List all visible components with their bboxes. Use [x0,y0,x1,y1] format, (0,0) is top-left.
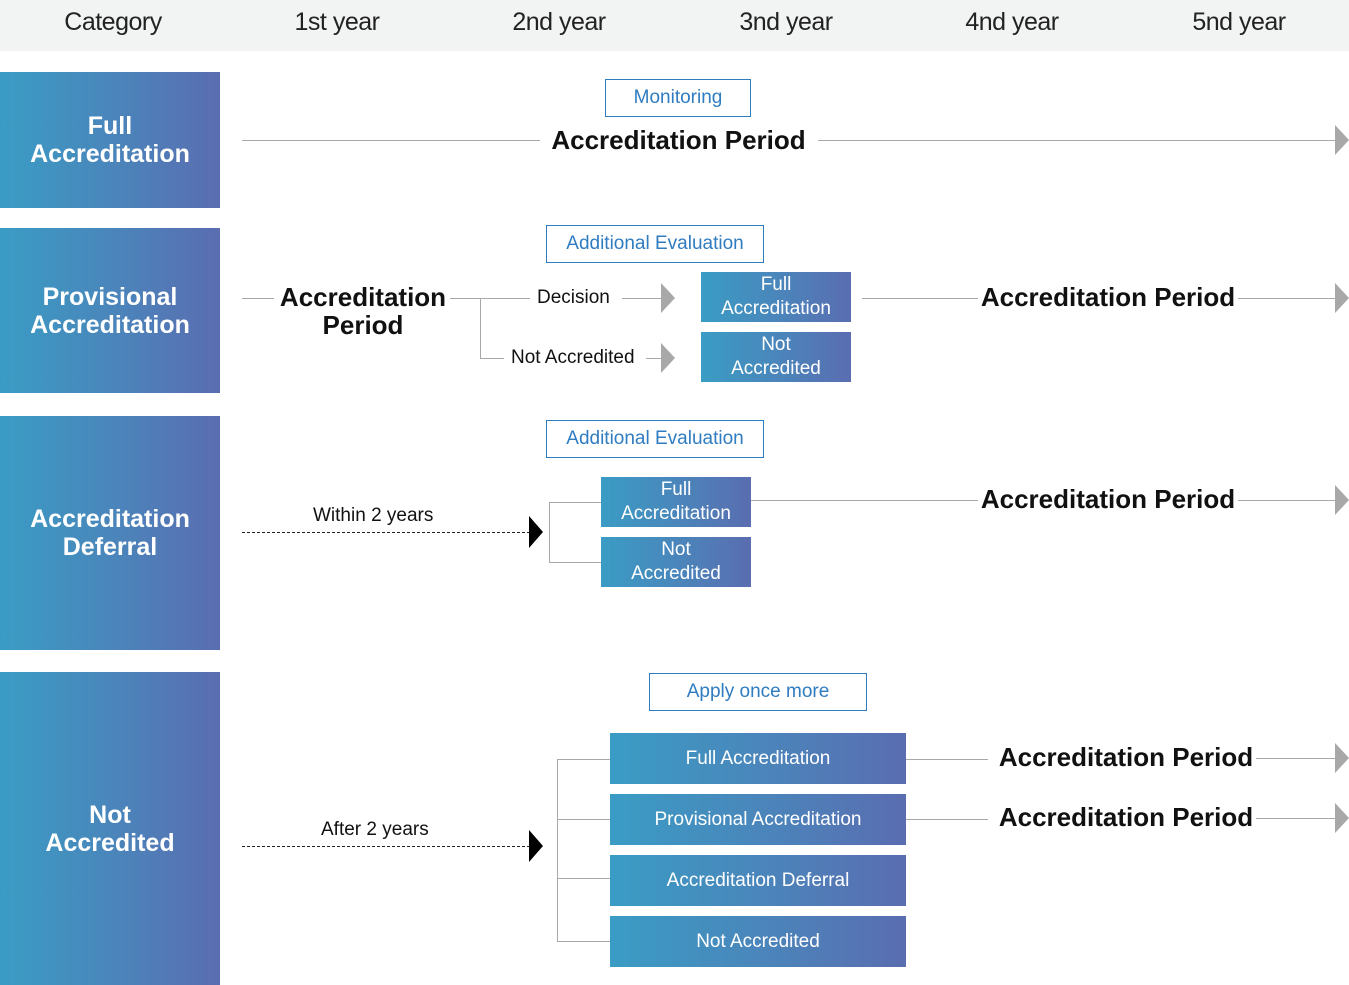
apply-once-more-tag: Apply once more [649,673,867,711]
arrow-right-icon [1335,803,1349,833]
branch-line [549,502,550,563]
branch-line [450,298,530,299]
branch-line [557,759,610,760]
branch-line [646,358,662,359]
arrow-right-icon [661,283,675,313]
timeline-line [818,140,1336,141]
arrow-right-icon [1335,125,1349,155]
result-provisional-accreditation: Provisional Accreditation [610,794,906,845]
category-not-accredited: Not Accredited [0,672,220,985]
decision-label: Decision [537,287,610,308]
timeline-line [1238,500,1336,501]
additional-evaluation-tag: Additional Evaluation [546,225,764,263]
timeline-line [906,819,988,820]
result-not-accredited: Not Accredited [601,537,751,587]
result-full-accreditation: Full Accreditation [701,272,851,322]
header-year-5: 5nd year [1192,8,1286,36]
header-year-4: 4nd year [965,8,1059,36]
branch-line [557,941,610,942]
arrow-right-icon [1335,743,1349,773]
accreditation-period-label: Accreditation Period [980,484,1236,514]
not-accredited-label: Not Accredited [511,347,635,368]
header-bar: Category 1st year 2nd year 3nd year 4nd … [0,0,1349,51]
arrow-right-icon [529,830,543,862]
branch-line [480,358,504,359]
additional-evaluation-tag: Additional Evaluation [546,420,764,458]
branch-line [557,878,610,879]
dashed-timeline [242,846,530,847]
within-2-years-label: Within 2 years [313,505,434,526]
timeline-line [1256,818,1336,819]
accreditation-period-label: Accreditation Period [980,282,1236,312]
timeline-line [242,140,540,141]
result-not-accredited: Not Accredited [701,332,851,382]
monitoring-tag: Monitoring [605,79,751,117]
arrow-right-icon [529,516,543,548]
arrow-right-icon [1335,485,1349,515]
result-full-accreditation: Full Accreditation [601,477,751,527]
timeline-line [751,500,978,501]
timeline-line [1238,298,1336,299]
after-2-years-label: After 2 years [321,819,429,840]
timeline-line [906,759,988,760]
category-accreditation-deferral: Accreditation Deferral [0,416,220,650]
branch-line [549,562,601,563]
result-full-accreditation: Full Accreditation [610,733,906,784]
header-year-2: 2nd year [512,8,606,36]
result-accreditation-deferral: Accreditation Deferral [610,855,906,906]
timeline-line [862,298,978,299]
branch-line [480,298,481,359]
header-category: Category [64,8,162,36]
dashed-timeline [242,532,530,533]
category-full-accreditation: Full Accreditation [0,72,220,208]
result-not-accredited: Not Accredited [610,916,906,967]
branch-line [622,298,662,299]
accreditation-period-label: Accreditation Period [551,125,806,155]
arrow-right-icon [1335,283,1349,313]
accreditation-period-label: Accreditation Period [998,802,1254,832]
branch-line [557,759,558,942]
branch-line [557,819,610,820]
timeline-line [242,298,274,299]
header-year-3: 3nd year [739,8,833,36]
header-year-1: 1st year [294,8,380,36]
arrow-right-icon [661,343,675,373]
category-provisional-accreditation: Provisional Accreditation [0,228,220,393]
timeline-line [1256,758,1336,759]
provisional-period-label: Accreditation Period [279,282,447,340]
branch-line [549,502,601,503]
accreditation-period-label: Accreditation Period [998,742,1254,772]
